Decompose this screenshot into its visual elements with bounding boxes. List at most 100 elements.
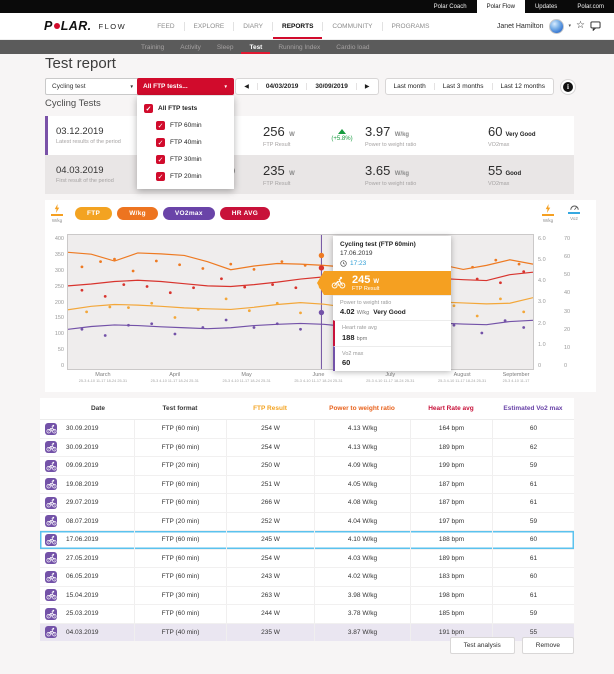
vo2max-trend-dot[interactable] (178, 263, 181, 266)
hr-avg-trend-dot[interactable] (499, 281, 502, 284)
ftp-trend-dot[interactable] (85, 311, 88, 314)
vo2max-trend-dot[interactable] (494, 259, 497, 262)
ftp-trend-dot[interactable] (453, 304, 456, 307)
hr-avg-trend-selected-dot[interactable] (319, 265, 324, 270)
left-axis-toggle[interactable]: W/kg (47, 204, 67, 223)
ftp-trend-dot[interactable] (197, 308, 200, 311)
vo2max-trend-dot[interactable] (99, 260, 102, 263)
wkg-trend-dot[interactable] (253, 326, 256, 329)
topbar-link-polar-com[interactable]: Polar.com (567, 0, 614, 13)
nav-item-diary[interactable]: DIARY (234, 13, 272, 39)
avatar[interactable] (549, 19, 564, 34)
column-header-ftp-result[interactable]: FTP Result (226, 405, 314, 412)
wkg-trend-dot[interactable] (480, 332, 483, 335)
checkbox-checked-icon[interactable]: ✓ (156, 172, 165, 181)
ftp-trend-dot[interactable] (108, 306, 111, 309)
table-row[interactable]: 30.09.2019FTP (60 min)254 W4.13 W/kg189 … (40, 438, 574, 457)
hr-avg-trend-dot[interactable] (220, 277, 223, 280)
hr-avg-trend-dot[interactable] (169, 291, 172, 294)
info-button[interactable]: i (560, 79, 576, 95)
hr-avg-trend-dot[interactable] (81, 289, 84, 292)
nav-item-feed[interactable]: FEED (148, 13, 183, 39)
feedback-chat-icon[interactable] (590, 21, 601, 31)
table-row[interactable]: 30.09.2019FTP (60 min)254 W4.13 W/kg164 … (40, 420, 574, 438)
subnav-item-sleep[interactable]: Sleep (209, 40, 242, 54)
right-axis-vo2-toggle[interactable]: Vo2 (564, 204, 584, 221)
vo2max-trend-selected-dot[interactable] (319, 253, 324, 258)
hr-avg-trend-dot[interactable] (522, 270, 525, 273)
chart-plot-area[interactable] (67, 234, 534, 370)
dropdown-item-ftp-60min[interactable]: ✓FTP 60min (137, 117, 234, 134)
range-button-last-3-months[interactable]: Last 3 months (435, 79, 492, 94)
column-header-estimated-vo2-max[interactable]: Estimated Vo2 max (492, 405, 574, 412)
hr-avg-trend-dot[interactable] (122, 283, 125, 286)
column-header-test-format[interactable]: Test format (134, 405, 226, 412)
dropdown-item-ftp-20min[interactable]: ✓FTP 20min (137, 168, 234, 185)
subnav-item-training[interactable]: Training (133, 40, 172, 54)
topbar-link-polar-coach[interactable]: Polar Coach (424, 0, 477, 13)
hr-avg-trend-dot[interactable] (271, 283, 274, 286)
column-header-power-to-weight-ratio[interactable]: Power to weight ratio (314, 405, 410, 412)
vo2max-trend-dot[interactable] (471, 266, 474, 269)
tests-select[interactable]: All FTP tests... ▼ (137, 78, 234, 95)
wkg-trend-dot[interactable] (150, 322, 153, 325)
hr-avg-trend-dot[interactable] (294, 286, 297, 289)
wkg-trend-dot[interactable] (299, 328, 302, 331)
ftp-trend-dot[interactable] (276, 302, 279, 305)
ftp-trend-dot[interactable] (225, 298, 228, 301)
ftp-trend-dot[interactable] (248, 309, 251, 312)
prev-period-button[interactable]: ◀ (236, 79, 257, 94)
legend-pill-vo2max[interactable]: VO2max (163, 207, 215, 220)
table-row[interactable]: 19.08.2019FTP (60 min)251 W4.05 W/kg187 … (40, 475, 574, 494)
vo2max-trend-dot[interactable] (113, 258, 116, 261)
date-from-field[interactable]: 04/03/2019 (258, 79, 307, 94)
table-row[interactable]: 09.09.2019FTP (20 min)250 W4.09 W/kg199 … (40, 456, 574, 475)
dropdown-item-all-ftp-tests[interactable]: ✓All FTP tests (137, 100, 234, 117)
table-row[interactable]: 08.07.2019FTP (20 min)252 W4.04 W/kg197 … (40, 512, 574, 531)
vo2max-trend-dot[interactable] (304, 264, 307, 267)
ftp-trend-dot[interactable] (150, 302, 153, 305)
nav-item-programs[interactable]: PROGRAMS (383, 13, 439, 39)
wkg-trend-dot[interactable] (276, 322, 279, 325)
ftp-trend-dot[interactable] (499, 298, 502, 301)
vo2max-trend-dot[interactable] (132, 270, 135, 273)
checkbox-checked-icon[interactable]: ✓ (156, 121, 165, 130)
first-result-row[interactable]: 04.03.2019 First result of the period FT… (45, 155, 574, 194)
topbar-link-polar-flow[interactable]: Polar Flow (477, 0, 525, 13)
nav-item-reports[interactable]: REPORTS (273, 13, 322, 39)
ftp-trend-dot[interactable] (127, 306, 130, 309)
favorites-star-icon[interactable]: ☆ (576, 21, 585, 31)
vo2max-trend-dot[interactable] (281, 260, 284, 263)
table-row[interactable]: 25.03.2019FTP (60 min)244 W3.78 W/kg185 … (40, 604, 574, 623)
checkbox-checked-icon[interactable]: ✓ (156, 138, 165, 147)
topbar-link-updates[interactable]: Updates (525, 0, 567, 13)
wkg-trend-dot[interactable] (104, 334, 107, 337)
wkg-trend-selected-dot[interactable] (319, 310, 324, 315)
table-row[interactable]: 29.07.2019FTP (60 min)266 W4.08 W/kg187 … (40, 493, 574, 512)
wkg-trend-dot[interactable] (453, 324, 456, 327)
vo2max-trend-dot[interactable] (518, 263, 521, 266)
latest-result-row[interactable]: 03.12.2019 Latest results of the period … (45, 116, 574, 155)
subnav-item-running-index[interactable]: Running Index (270, 40, 328, 54)
column-header-heart-rate-avg[interactable]: Heart Rate avg (410, 405, 492, 412)
wkg-trend-dot[interactable] (127, 324, 130, 327)
hr-avg-trend-dot[interactable] (243, 286, 246, 289)
wkg-trend-dot[interactable] (522, 326, 525, 329)
dropdown-item-ftp-30min[interactable]: ✓FTP 30min (137, 151, 234, 168)
vo2max-trend-dot[interactable] (201, 267, 204, 270)
right-axis-wkg-toggle[interactable]: W/kg (538, 204, 558, 223)
remove-button[interactable]: Remove (522, 637, 574, 654)
hr-avg-trend-dot[interactable] (104, 295, 107, 298)
ftp-trend-dot[interactable] (299, 311, 302, 314)
user-name[interactable]: Janet Hamilton (497, 23, 544, 30)
date-to-field[interactable]: 30/09/2019 (307, 79, 356, 94)
wkg-trend-dot[interactable] (201, 326, 204, 329)
nav-item-community[interactable]: COMMUNITY (323, 13, 381, 39)
legend-pill-hr-avg[interactable]: HR AVG (220, 207, 270, 220)
subnav-item-test[interactable]: Test (241, 40, 270, 54)
next-period-button[interactable]: ▶ (357, 79, 378, 94)
hr-avg-trend-dot[interactable] (146, 285, 149, 288)
table-row[interactable]: 06.05.2019FTP (60 min)243 W4.02 W/kg183 … (40, 567, 574, 586)
subnav-item-cardio-load[interactable]: Cardio load (328, 40, 377, 54)
checkbox-checked-icon[interactable]: ✓ (156, 155, 165, 164)
